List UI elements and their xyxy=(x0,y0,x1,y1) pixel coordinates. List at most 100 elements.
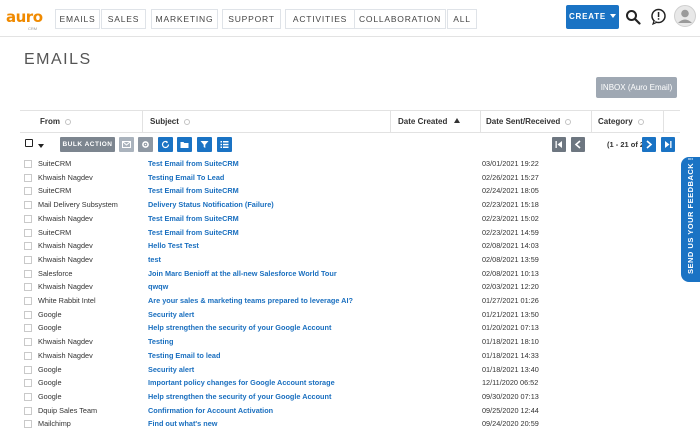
table-row[interactable]: Dquip Sales Team Confirmation for Account… xyxy=(20,404,660,418)
email-subject-link[interactable]: Hello Test Test xyxy=(148,239,199,253)
nav-tab-sales[interactable]: SALES xyxy=(101,9,146,29)
email-subject-link[interactable]: Help strengthen the security of your Goo… xyxy=(148,321,331,335)
column-header-date-sent[interactable]: Date Sent/Received xyxy=(486,111,572,132)
next-page-button[interactable] xyxy=(642,137,656,152)
row-checkbox[interactable] xyxy=(24,242,32,251)
email-subject-link[interactable]: Test Email from SuiteCRM xyxy=(148,157,239,171)
column-header-date-created[interactable]: Date Created xyxy=(398,111,461,132)
inbox-selector-button[interactable]: INBOX (Auro Email) xyxy=(596,77,677,98)
email-subject-link[interactable]: Important policy changes for Google Acco… xyxy=(148,376,335,390)
table-row[interactable]: Google Help strengthen the security of yo… xyxy=(20,390,660,404)
create-button[interactable]: CREATE xyxy=(566,5,619,29)
email-subject-link[interactable]: Testing xyxy=(148,335,173,349)
folders-button[interactable] xyxy=(177,137,192,152)
row-checkbox[interactable] xyxy=(24,160,32,168)
table-row[interactable]: Google Security alert 01/18/2021 13:40 xyxy=(20,363,660,377)
table-row[interactable]: Mailchimp Find out what's new 09/24/2020 2… xyxy=(20,417,660,431)
email-subject-link[interactable]: Join Marc Benioff at the all-new Salesfo… xyxy=(148,267,337,281)
row-checkbox[interactable] xyxy=(24,187,32,196)
row-checkbox[interactable] xyxy=(24,201,32,210)
email-subject-link[interactable]: Find out what's new xyxy=(148,417,217,431)
email-date-sent: 02/23/2021 15:18 xyxy=(482,200,539,210)
email-subject-link[interactable]: Confirmation for Account Activation xyxy=(148,404,273,418)
row-checkbox[interactable] xyxy=(24,351,32,360)
email-date-sent: 01/21/2021 13:50 xyxy=(482,309,539,319)
row-checkbox[interactable] xyxy=(24,406,32,415)
email-subject-link[interactable]: Security alert xyxy=(148,363,194,377)
row-checkbox[interactable] xyxy=(24,269,32,278)
select-all-checkbox[interactable] xyxy=(25,139,33,147)
table-row[interactable]: Khwaish Nagdev Testing Email to lead 01/18… xyxy=(20,349,660,363)
email-subject-link[interactable]: qwqw xyxy=(148,280,168,294)
table-row[interactable]: Google Security alert 01/21/2021 13:50 xyxy=(20,308,660,322)
email-subject-link[interactable]: Are your sales & marketing teams prepare… xyxy=(148,294,353,308)
chevron-right-icon xyxy=(646,140,653,149)
nav-tab-collaboration[interactable]: COLLABORATION xyxy=(354,9,446,29)
email-subject-link[interactable]: Test Email from SuiteCRM xyxy=(148,212,239,226)
table-row[interactable]: Khwaish Nagdev Testing Email To Lead 02/26… xyxy=(20,171,660,185)
nav-tab-marketing[interactable]: MARKETING xyxy=(151,9,218,29)
table-row[interactable]: Salesforce Join Marc Benioff at the all-n… xyxy=(20,267,660,281)
nav-tab-activities[interactable]: ACTIVITIES xyxy=(285,9,355,29)
column-divider xyxy=(591,111,592,132)
nav-tab-emails[interactable]: EMAILS xyxy=(55,9,100,29)
brand-logo[interactable]: auro CRM xyxy=(6,6,46,32)
nav-tab-support[interactable]: SUPPORT xyxy=(222,9,281,29)
email-subject-link[interactable]: Security alert xyxy=(148,308,194,322)
email-subject-link[interactable]: Delivery Status Notification (Failure) xyxy=(148,198,274,212)
table-row[interactable]: White Rabbit Intel Are your sales & marke… xyxy=(20,294,660,308)
email-subject-link[interactable]: Test Email from SuiteCRM xyxy=(148,184,239,198)
table-row[interactable]: Khwaish Nagdev qwqw 02/03/2021 12:20 xyxy=(20,280,660,294)
row-checkbox[interactable] xyxy=(24,392,32,401)
column-header-subject[interactable]: Subject xyxy=(150,111,190,132)
table-row[interactable]: Mail Delivery Subsystem Delivery Status N… xyxy=(20,198,660,212)
row-checkbox[interactable] xyxy=(24,338,32,347)
email-date-sent: 02/26/2021 15:27 xyxy=(482,172,539,182)
feedback-tab[interactable]: SEND US YOUR FEEDBACK ! xyxy=(681,157,700,282)
last-page-button[interactable] xyxy=(661,137,675,152)
row-checkbox[interactable] xyxy=(24,255,32,264)
row-checkbox[interactable] xyxy=(24,310,32,319)
table-row[interactable]: Khwaish Nagdev Hello Test Test 02/08/2021 … xyxy=(20,239,660,253)
user-avatar-icon[interactable] xyxy=(674,5,696,27)
email-date-sent: 09/24/2020 20:59 xyxy=(482,419,539,429)
notifications-icon[interactable] xyxy=(650,8,667,25)
email-subject-link[interactable]: Test Email from SuiteCRM xyxy=(148,226,239,240)
table-row[interactable]: SuiteCRM Test Email from SuiteCRM 02/23/20… xyxy=(20,226,660,240)
row-checkbox[interactable] xyxy=(24,324,32,333)
nav-tab-all[interactable]: ALL xyxy=(447,9,477,29)
refresh-button[interactable] xyxy=(158,137,173,152)
row-checkbox[interactable] xyxy=(24,214,32,223)
row-checkbox[interactable] xyxy=(24,420,32,429)
row-checkbox[interactable] xyxy=(24,365,32,374)
table-row[interactable]: Google Help strengthen the security of yo… xyxy=(20,321,660,335)
table-row[interactable]: SuiteCRM Test Email from SuiteCRM 02/24/20… xyxy=(20,184,660,198)
chevron-down-icon[interactable] xyxy=(38,144,44,148)
email-from: White Rabbit Intel xyxy=(38,296,96,305)
column-chooser-button[interactable] xyxy=(217,137,232,152)
row-checkbox[interactable] xyxy=(24,173,32,182)
filter-button[interactable] xyxy=(197,137,212,152)
search-icon[interactable] xyxy=(625,9,641,25)
row-checkbox[interactable] xyxy=(24,283,32,292)
row-checkbox[interactable] xyxy=(24,228,32,237)
email-subject-link[interactable]: Help strengthen the security of your Goo… xyxy=(148,390,331,404)
envelope-icon xyxy=(122,141,131,148)
row-checkbox[interactable] xyxy=(24,379,32,388)
bulk-action-button[interactable]: BULK ACTION xyxy=(60,137,115,152)
compose-email-button[interactable] xyxy=(119,137,134,152)
previous-page-button[interactable] xyxy=(571,137,585,152)
table-row[interactable]: Khwaish Nagdev Testing 01/18/2021 18:10 xyxy=(20,335,660,349)
row-checkbox[interactable] xyxy=(24,297,32,305)
email-subject-link[interactable]: test xyxy=(148,253,161,267)
table-row[interactable]: Google Important policy changes for Googl… xyxy=(20,376,660,390)
first-page-button[interactable] xyxy=(552,137,566,152)
table-row[interactable]: Khwaish Nagdev test 02/08/2021 13:59 xyxy=(20,253,660,267)
email-subject-link[interactable]: Testing Email To Lead xyxy=(148,171,224,185)
column-header-category[interactable]: Category xyxy=(598,111,644,132)
table-row[interactable]: Khwaish Nagdev Test Email from SuiteCRM 02… xyxy=(20,212,660,226)
table-row[interactable]: SuiteCRM Test Email from SuiteCRM 03/01/20… xyxy=(20,157,660,171)
email-subject-link[interactable]: Testing Email to lead xyxy=(148,349,220,363)
column-header-from[interactable]: From xyxy=(40,111,71,132)
settings-button[interactable] xyxy=(138,137,153,152)
